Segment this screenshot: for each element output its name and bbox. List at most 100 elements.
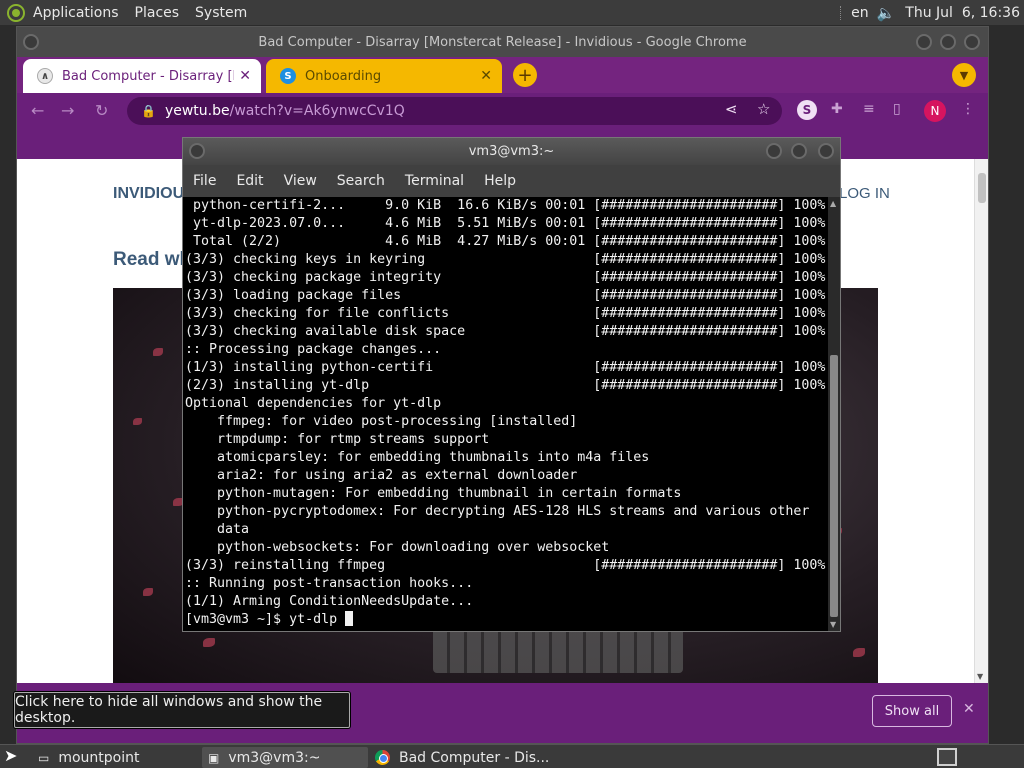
scroll-down-icon[interactable]: ▼ [977,672,983,681]
chrome-window-title: Bad Computer - Disarray [Monstercat Rele… [258,34,747,50]
reading-list-icon[interactable]: ≡ [863,101,875,117]
window-icon: ▭ [38,750,50,765]
terminal-scrollbar-thumb[interactable] [830,355,838,617]
terminal-line: (3/3) checking for file conflicts [#####… [185,306,826,321]
terminal-title: vm3@vm3:~ [468,144,555,159]
terminal-cursor [345,611,354,626]
back-arrow-icon[interactable]: ← [31,101,44,120]
terminal-icon: ▣ [208,750,220,765]
terminal-line: (3/3) reinstalling ffmpeg [#############… [185,558,826,573]
terminal-line: python-certifi-2... 9.0 KiB 16.6 KiB/s 0… [185,198,826,213]
forward-arrow-icon[interactable]: → [61,101,74,120]
tab-invidious[interactable]: ∧ Bad Computer - Disarray [Monstercat Re… [23,59,261,93]
minimize-button[interactable] [916,34,932,50]
keyboard-layout-indicator[interactable]: en [851,5,869,21]
login-link[interactable]: LOG IN [839,185,890,202]
minimize-button[interactable] [766,143,782,159]
share-icon[interactable]: ⋖ [725,100,738,118]
terminal-titlebar[interactable]: vm3@vm3:~ [183,138,840,165]
menu-help[interactable]: Help [484,173,516,189]
tab-label: Onboarding [305,68,382,84]
bookmark-star-icon[interactable]: ☆ [757,100,770,118]
tab-search-button[interactable]: ▼ [952,63,976,87]
taskbar-item-label: mountpoint [58,749,140,766]
terminal-line: (2/3) installing yt-dlp [###############… [185,378,826,393]
tab-strip: ∧ Bad Computer - Disarray [Monstercat Re… [17,57,988,93]
taskbar-item-terminal[interactable]: ▣ vm3@vm3:~ [202,747,368,768]
profile-avatar[interactable]: N [924,100,946,122]
chrome-menu-icon[interactable]: ⋮ [961,101,975,117]
terminal-line: (1/1) Arming ConditionNeedsUpdate... [185,594,474,609]
page-scrollbar-thumb[interactable] [978,173,986,203]
terminal-menubar: File Edit View Search Terminal Help [183,165,840,197]
terminal-line: data [185,522,250,537]
window-menu-button[interactable] [189,143,205,159]
terminal-line: :: Processing package changes... [185,342,442,357]
url-host: yewtu.be [164,103,230,119]
shell-prompt: [vm3@vm3 ~]$ [185,612,290,627]
page-scrollbar[interactable]: ▼ [974,159,988,683]
terminal-line: (3/3) checking keys in keyring [########… [185,252,826,267]
terminal-line: (3/3) checking package integrity [######… [185,270,826,285]
terminal-scrollbar[interactable]: ▲ ▼ [828,197,840,631]
chrome-titlebar[interactable]: Bad Computer - Disarray [Monstercat Rele… [17,27,988,57]
menu-file[interactable]: File [193,173,216,189]
new-tab-button[interactable]: + [513,63,537,87]
show-desktop-tooltip: Click here to hide all windows and show … [14,692,350,728]
typed-command: yt-dlp [289,612,346,627]
terminal-line: python-mutagen: For embedding thumbnail … [185,486,682,501]
maximize-button[interactable] [791,143,807,159]
terminal-lines: python-certifi-2... 9.0 KiB 16.6 KiB/s 0… [183,197,828,611]
stylus-extension-icon[interactable]: S [797,100,817,120]
terminal-line: (1/3) installing python-certifi [#######… [185,360,826,375]
menu-applications[interactable]: Applications [33,5,119,21]
terminal-line: atomicparsley: for embedding thumbnails … [185,450,650,465]
terminal-line: (3/3) checking available disk space [###… [185,324,826,339]
close-window-button[interactable] [964,34,980,50]
menu-edit[interactable]: Edit [236,173,263,189]
extensions-puzzle-icon[interactable]: ✚ [831,101,843,117]
menu-system[interactable]: System [195,5,247,21]
side-panel-icon[interactable]: ▯ [893,101,901,117]
window-menu-button[interactable] [23,34,39,50]
page-heading: Read wh [113,249,192,270]
address-bar[interactable]: 🔒 yewtu.be/watch?v=Ak6ynwcCv1Q [127,97,782,125]
lock-icon[interactable]: 🔒 [141,104,156,118]
terminal-prompt-line[interactable]: [vm3@vm3 ~]$ yt-dlp [183,611,828,629]
volume-icon[interactable]: 🔈 [877,4,896,22]
taskbar-item-mountpoint[interactable]: ▭ mountpoint [38,747,140,768]
menu-search[interactable]: Search [337,173,385,189]
taskbar-item-chrome[interactable]: Bad Computer - Dis... [375,747,549,768]
tab-onboarding[interactable]: S Onboarding ✕ [266,59,502,93]
terminal-line: python-pycryptodomex: For decrypting AES… [185,504,810,519]
show-all-downloads-button[interactable]: Show all [872,695,952,727]
panel-menus: Applications Places System [33,0,263,25]
panel-separator [840,5,842,20]
close-window-button[interactable] [818,143,834,159]
menu-terminal[interactable]: Terminal [405,173,464,189]
invidious-icon: ∧ [37,68,53,84]
distro-logo-icon[interactable] [7,3,25,22]
menu-places[interactable]: Places [135,5,180,21]
workspace-switcher[interactable] [937,748,957,766]
terminal-line: (3/3) loading package files [###########… [185,288,826,303]
close-downloads-bar-icon[interactable]: ✕ [963,701,975,717]
tab-close-icon[interactable]: ✕ [239,68,251,84]
terminal-window: vm3@vm3:~ File Edit View Search Terminal… [182,137,841,632]
top-panel: Applications Places System en 🔈 Thu Jul … [0,0,1024,25]
scroll-down-icon[interactable]: ▼ [830,620,836,629]
mouse-pointer-icon: ➤ [4,746,18,765]
terminal-line: Total (2/2) 4.6 MiB 4.27 MiB/s 00:01 [##… [185,234,826,249]
terminal-line: :: Running post-transaction hooks... [185,576,474,591]
maximize-button[interactable] [940,34,956,50]
panel-clock[interactable]: Thu Jul 6, 16:36 [905,5,1020,21]
tab-close-icon[interactable]: ✕ [480,68,492,84]
reload-icon[interactable]: ↻ [95,101,108,120]
terminal-line: Optional dependencies for yt-dlp [185,396,442,411]
bottom-taskbar: ▭ mountpoint ▣ vm3@vm3:~ Bad Computer - … [0,744,1024,768]
scroll-up-icon[interactable]: ▲ [830,199,836,208]
menu-view[interactable]: View [284,173,317,189]
panel-status-area: en 🔈 Thu Jul 6, 16:36 [830,0,1024,25]
terminal-output[interactable]: python-certifi-2... 9.0 KiB 16.6 KiB/s 0… [183,197,828,631]
taskbar-item-label: Bad Computer - Dis... [399,749,550,766]
